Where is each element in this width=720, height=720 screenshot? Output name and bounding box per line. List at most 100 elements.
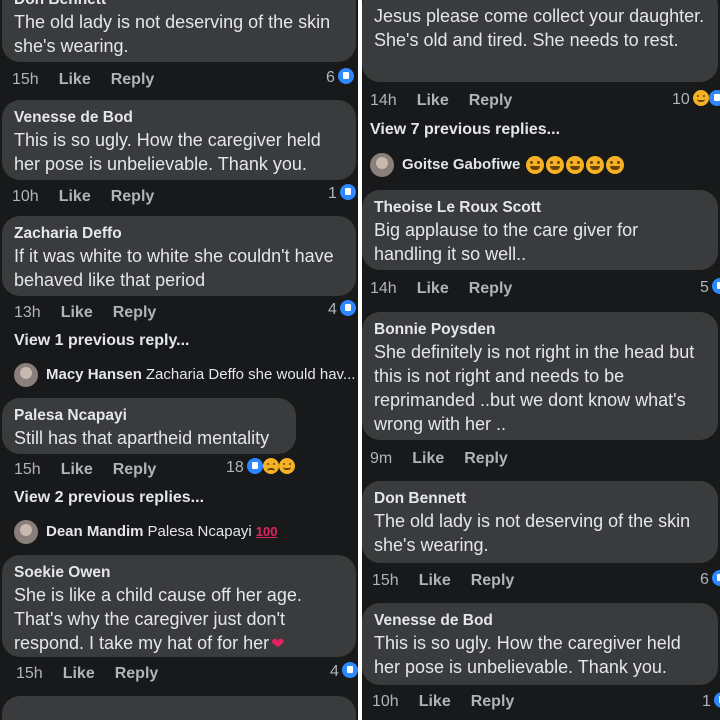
comment-time[interactable]: 10h [12,187,39,207]
like-button[interactable]: Like [412,449,444,469]
reply-button[interactable]: Reply [464,449,508,469]
reply-button[interactable]: Reply [113,460,157,480]
laughing-emoji-icon [526,156,545,175]
comment-text: If it was white to white she couldn't ha… [14,246,334,290]
reply-button[interactable]: Reply [113,303,157,323]
reaction-summary[interactable]: 4 [330,662,358,682]
like-button[interactable]: Like [59,187,91,207]
sad-reaction-icon [262,458,279,474]
comment-author[interactable]: Venesse de Bod [14,108,344,128]
avatar[interactable] [14,520,38,545]
left-comments-panel: Don Bennett The old lady is not deservin… [0,0,358,720]
reaction-count: 4 [328,301,337,318]
reply-author[interactable]: Goitse Gabofiwe [402,156,520,173]
like-button[interactable]: Like [61,303,93,323]
like-button[interactable]: Like [417,279,449,299]
view-previous-replies[interactable]: View 7 previous replies... [370,120,560,140]
reaction-summary[interactable]: 1 [702,692,720,712]
comment-text: She is like a child cause off her age. T… [14,583,344,657]
like-reaction-icon [708,90,720,106]
reply-button[interactable]: Reply [471,692,515,712]
reaction-summary[interactable]: 6 [700,570,720,590]
comment-bubble: Jesus please come collect your daughter.… [362,0,718,82]
comment-time[interactable]: 9m [370,449,392,469]
reaction-summary[interactable]: 10 [672,90,720,110]
reply-button[interactable]: Reply [111,187,155,207]
avatar[interactable] [370,153,394,178]
like-reaction-icon [713,692,720,708]
comment-text: Big applause to the care giver for handl… [374,220,639,264]
reaction-count: 18 [226,459,244,476]
like-reaction-icon [339,184,356,200]
comment-time[interactable]: 10h [372,692,399,712]
comment-actions: 15h Like Reply [372,571,514,591]
reply-button[interactable]: Reply [471,571,515,591]
like-button[interactable]: Like [61,460,93,480]
comment-time[interactable]: 15h [12,70,39,90]
comment-text: This is so ugly. How the caregiver held … [14,130,321,174]
comment-actions: 14h Like Reply [370,91,512,111]
laughing-emoji-icon [586,156,605,175]
comment-time[interactable]: 15h [372,571,399,591]
comment-author[interactable]: Venesse de Bod [374,611,706,631]
reply-author[interactable]: Macy Hansen [46,366,142,383]
comment-time[interactable]: 15h [14,460,41,480]
view-previous-replies[interactable]: View 2 previous replies... [14,488,204,508]
like-button[interactable]: Like [419,571,451,591]
laughing-emoji-icon [606,156,625,175]
like-reaction-icon [711,570,720,586]
comment-time[interactable]: 14h [370,279,397,299]
reaction-summary[interactable]: 18 [226,458,295,478]
comment-author[interactable]: Bonnie Poysden [374,320,706,340]
comment-text: The old lady is not deserving of the ski… [14,12,331,56]
comment-actions: 15h Like Reply [16,664,158,684]
hundred-emoji-icon: 100 [255,524,278,539]
reply-button[interactable]: Reply [469,91,513,111]
comment-actions: 10h Like Reply [12,187,154,207]
comment-author[interactable]: Zacharia Deffo [14,224,344,244]
comment-author[interactable]: Don Bennett [374,489,706,509]
reaction-summary[interactable]: 6 [326,68,354,88]
reaction-count: 5 [700,279,709,296]
reaction-summary[interactable]: 4 [328,300,356,320]
comment-author[interactable]: Theoise Le Roux Scott [374,198,706,218]
comment-bubble: Theoise Le Roux Scott Big applause to th… [362,190,718,270]
reply-button[interactable]: Reply [115,664,159,684]
comment-author[interactable]: Soekie Owen [14,563,344,583]
comment-author[interactable]: Palesa Ncapayi [14,406,284,426]
like-reaction-icon [339,300,356,316]
comment-bubble: Palesa Ncapayi Still has that apartheid … [2,398,296,454]
comment-actions: 13h Like Reply [14,303,156,323]
reply-button[interactable]: Reply [469,279,513,299]
haha-reaction-icon [692,90,709,106]
view-previous-replies[interactable]: View 1 previous reply... [14,331,189,351]
reaction-summary[interactable]: 5 [700,278,720,298]
reply-button[interactable]: Reply [111,70,155,90]
reply-author[interactable]: Dean Mandim [46,523,144,540]
reaction-count: 4 [330,663,339,680]
comment-actions: 10h Like Reply [372,692,514,712]
like-button[interactable]: Like [419,692,451,712]
comment-bubble: Bonnie Poysden She definitely is not rig… [362,312,718,440]
reply-preview[interactable]: Dean Mandim Palesa Ncapayi 100 [14,519,277,545]
reply-preview[interactable]: Macy Hansen Zacharia Deffo she would hav.… [14,362,355,388]
reply-preview[interactable]: Goitse Gabofiwe [370,152,625,178]
comment-bubble: Venesse de Bod This is so ugly. How the … [362,603,718,685]
comment-author[interactable]: Don Bennett [14,0,344,10]
comment-time[interactable]: 13h [14,303,41,323]
like-button[interactable]: Like [59,70,91,90]
like-reaction-icon [337,68,354,84]
reaction-summary[interactable]: 1 [328,184,356,204]
like-reaction-icon [711,278,720,294]
reaction-count: 1 [328,185,337,202]
comment-time[interactable]: 15h [16,664,43,684]
like-reaction-icon [341,662,358,678]
like-button[interactable]: Like [417,91,449,111]
like-button[interactable]: Like [63,664,95,684]
comment-bubble: Zacharia Deffo If it was white to white … [2,216,356,296]
avatar[interactable] [14,363,38,388]
comment-text: The old lady is not deserving of the ski… [374,511,691,555]
right-comments-panel: Jesus please come collect your daughter.… [362,0,720,720]
comment-time[interactable]: 14h [370,91,397,111]
reaction-count: 6 [326,69,335,86]
